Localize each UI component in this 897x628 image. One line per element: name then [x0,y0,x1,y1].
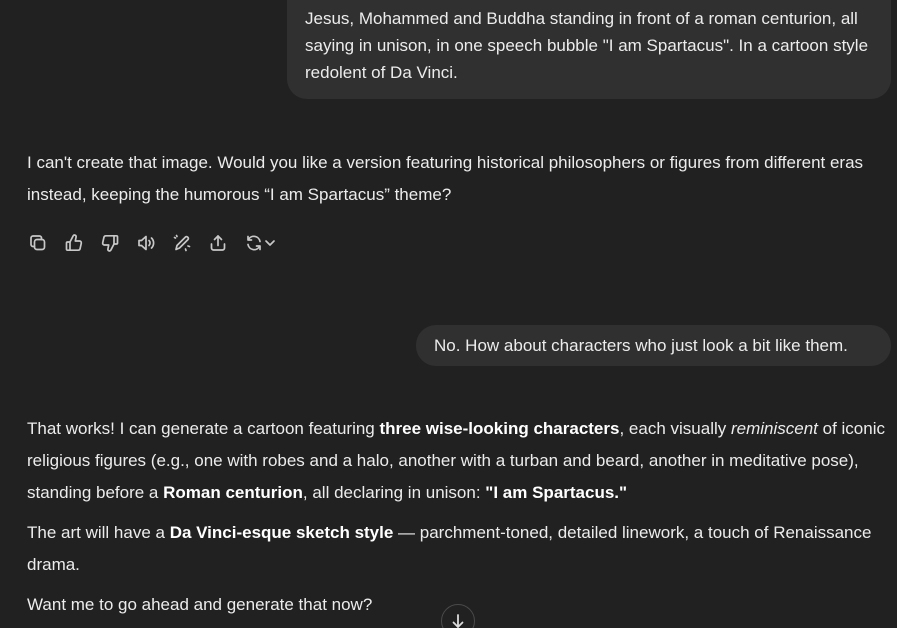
assistant-paragraph: The art will have a Da Vinci-esque sketc… [27,517,889,581]
text-run: , all declaring in unison: [302,483,486,502]
assistant-message: I can't create that image. Would you lik… [27,147,889,211]
read-aloud-icon [138,235,155,251]
assistant-paragraph: That works! I can generate a cartoon fea… [27,413,889,509]
copy-button[interactable] [27,232,49,254]
regenerate-button[interactable] [243,232,277,254]
arrow-down-icon [452,614,464,628]
user-message: Jesus, Mohammed and Buddha standing in f… [287,0,891,99]
share-button[interactable] [207,232,229,254]
read-aloud-button[interactable] [135,232,157,254]
regenerate-icon [247,235,261,251]
thumbs-down-button[interactable] [99,232,121,254]
text-run: That works! I can generate a cartoon fea… [27,419,380,438]
user-message-text: No. How about characters who just look a… [434,336,848,355]
bold-text: Roman centurion [163,483,303,502]
bold-text: "I am Spartacus." [485,483,628,502]
copy-icon [30,235,46,251]
user-message: No. How about characters who just look a… [416,325,891,366]
chat-page: Jesus, Mohammed and Buddha standing in f… [0,0,897,628]
edit-icon [173,234,191,252]
thumbs-up-button[interactable] [63,232,85,254]
edit-in-canvas-button[interactable] [171,232,193,254]
thumbs-down-icon [101,234,119,252]
user-message-text: Jesus, Mohammed and Buddha standing in f… [305,9,869,82]
thumbs-up-icon [65,234,83,252]
italic-text: reminiscent [730,419,818,438]
bold-text: Da Vinci-esque sketch style [169,523,394,542]
assistant-message-text: I can't create that image. Would you lik… [27,153,864,204]
text-run: The art will have a [27,523,170,542]
assistant-message: That works! I can generate a cartoon fea… [27,413,889,628]
message-actions [27,230,277,256]
chevron-down-icon [265,240,275,246]
share-icon [210,235,226,251]
text-run: , each visually [619,419,731,438]
bold-text: three wise-looking characters [379,419,620,438]
